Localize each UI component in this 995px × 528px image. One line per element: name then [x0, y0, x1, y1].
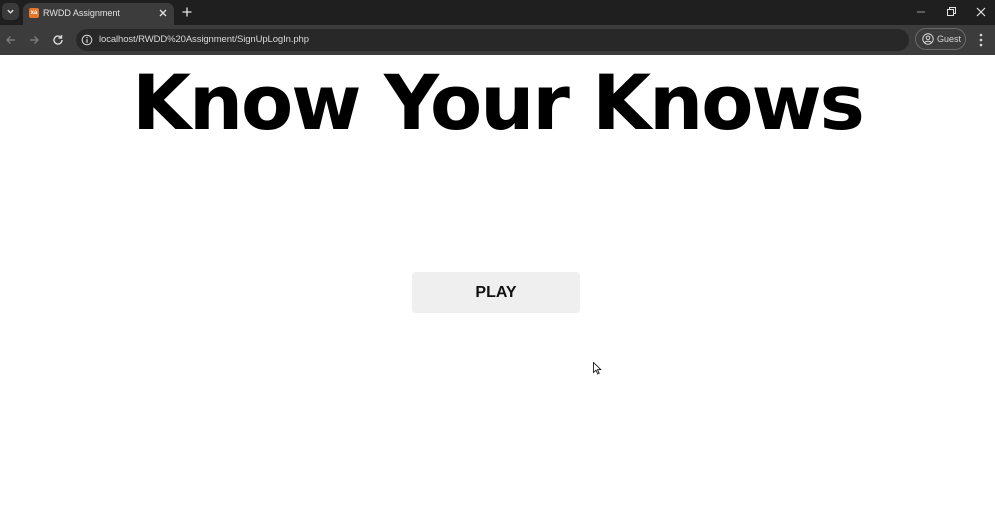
window-close-icon[interactable]: [974, 5, 988, 19]
plus-icon[interactable]: [180, 5, 194, 19]
page-content: Know Your Knows PLAY: [0, 55, 995, 528]
chevron-down-icon: [7, 9, 14, 14]
minimize-icon[interactable]: [914, 5, 928, 19]
favicon-text: xa: [30, 10, 38, 16]
page-title: Know Your Knows: [132, 58, 865, 147]
info-icon[interactable]: [81, 34, 93, 46]
mouse-cursor-icon: [593, 362, 602, 375]
url-text[interactable]: localhost/RWDD%20Assignment/SignUpLogIn.…: [99, 34, 309, 45]
browser-toolbar: localhost/RWDD%20Assignment/SignUpLogIn.…: [0, 25, 995, 55]
kebab-menu-icon[interactable]: [975, 32, 987, 48]
profile-button[interactable]: Guest: [915, 28, 966, 50]
active-tab[interactable]: xa RWDD Assignment: [23, 3, 174, 25]
address-bar[interactable]: localhost/RWDD%20Assignment/SignUpLogIn.…: [76, 29, 909, 51]
tab-title: RWDD Assignment: [43, 8, 120, 18]
play-button[interactable]: PLAY: [412, 272, 580, 313]
tab-strip: xa RWDD Assignment: [0, 0, 995, 25]
reload-icon[interactable]: [51, 33, 65, 47]
favicon-icon: xa: [29, 8, 39, 18]
back-arrow-icon[interactable]: [4, 33, 18, 47]
person-icon: [922, 33, 934, 45]
forward-arrow-icon[interactable]: [27, 33, 41, 47]
tab-search-button[interactable]: [2, 3, 19, 20]
close-icon[interactable]: [157, 7, 169, 19]
restore-icon[interactable]: [944, 5, 958, 19]
profile-label: Guest: [937, 34, 962, 44]
